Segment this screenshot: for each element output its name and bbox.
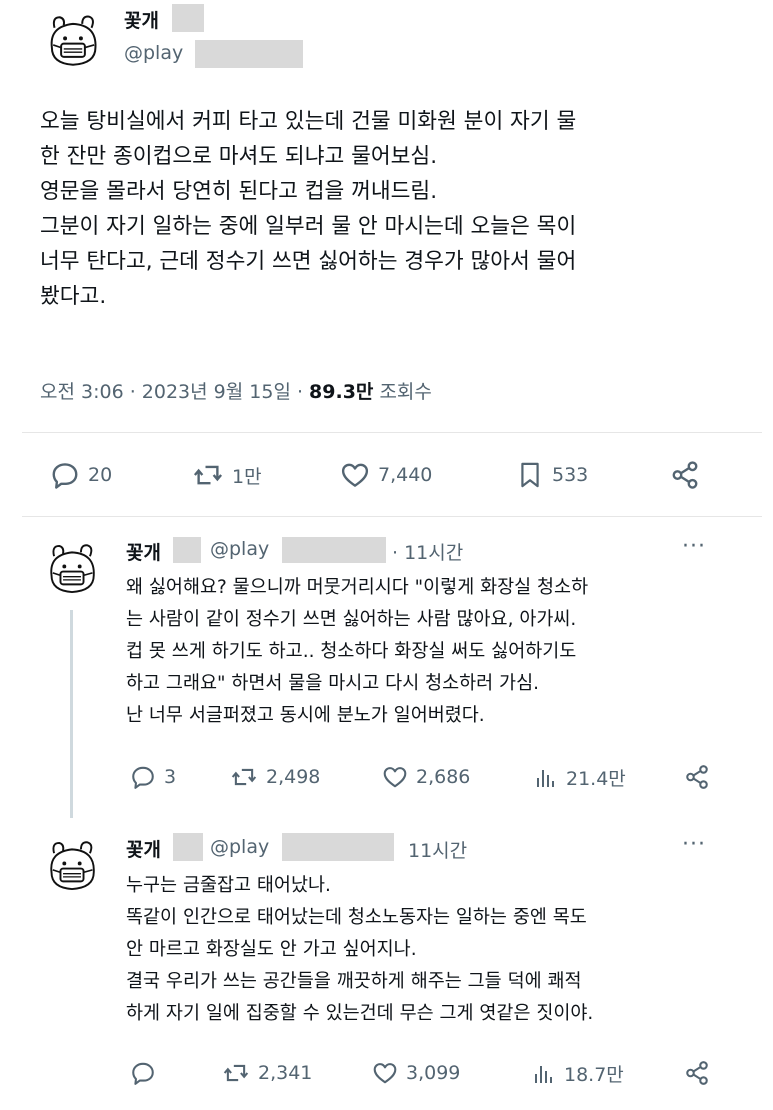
redacted-name-block xyxy=(172,4,204,32)
retweet-button[interactable]: 2,498 xyxy=(230,764,320,790)
author-name[interactable]: 꽃개 xyxy=(126,538,161,565)
reply-button[interactable] xyxy=(130,1060,164,1086)
tweet-text: 오늘 탕비실에서 커피 타고 있는데 건물 미화원 분이 자기 물 한 잔만 종… xyxy=(40,109,577,309)
redacted-name-block xyxy=(173,833,203,861)
like-button[interactable]: 7,440 xyxy=(340,460,432,490)
views-button[interactable]: 21.4만 xyxy=(534,764,626,791)
retweet-button[interactable]: 2,341 xyxy=(222,1060,312,1086)
share-icon xyxy=(684,1060,710,1086)
author-name[interactable]: 꽃개 xyxy=(126,835,161,862)
reply-icon xyxy=(130,1060,156,1086)
views-chart-icon xyxy=(532,1061,556,1087)
reply-count: 20 xyxy=(88,464,113,486)
post-time[interactable]: · 11시간 xyxy=(392,538,463,565)
reply-icon xyxy=(130,764,156,790)
avatar[interactable] xyxy=(40,8,106,74)
redacted-handle-block xyxy=(195,40,303,68)
views-label: 조회수 xyxy=(373,381,432,403)
retweet-count: 2,498 xyxy=(266,766,321,788)
timestamp[interactable]: 오전 3:06 · 2023년 9월 15일 · xyxy=(40,381,309,403)
reply-button[interactable]: 20 xyxy=(50,460,112,490)
retweet-icon xyxy=(230,764,258,790)
author-name[interactable]: 꽃개 xyxy=(124,6,159,33)
more-dots-icon[interactable]: ··· xyxy=(682,832,706,857)
reply-button[interactable]: 3 xyxy=(130,764,176,790)
retweet-count: 1만 xyxy=(232,465,262,488)
retweet-icon xyxy=(192,460,224,490)
like-count: 2,686 xyxy=(416,766,471,788)
views-count: 18.7만 xyxy=(564,1064,624,1086)
share-icon xyxy=(670,460,700,490)
like-count: 7,440 xyxy=(378,464,433,486)
like-button[interactable]: 3,099 xyxy=(372,1060,460,1086)
avatar[interactable] xyxy=(40,834,104,898)
share-icon xyxy=(684,764,710,790)
reply-text: 왜 싫어해요? 물으니까 머뭇거리시다 "이렇게 화장실 청소하 는 사람이 같… xyxy=(126,577,589,726)
views-chart-icon xyxy=(534,765,558,791)
views-count: 21.4만 xyxy=(566,768,626,790)
divider xyxy=(22,432,762,433)
redacted-handle-block xyxy=(282,537,386,563)
views-count[interactable]: 89.3만 xyxy=(309,381,373,403)
retweet-button[interactable]: 1만 xyxy=(192,460,262,490)
author-handle[interactable]: @play xyxy=(210,836,269,858)
bookmark-icon xyxy=(516,460,544,490)
redacted-handle-block xyxy=(282,833,394,861)
share-button[interactable] xyxy=(684,764,710,790)
bookmark-button[interactable]: 533 xyxy=(516,460,588,490)
post-time[interactable]: 11시간 xyxy=(408,836,467,863)
retweet-icon xyxy=(222,1060,250,1086)
heart-icon xyxy=(372,1060,398,1086)
share-button[interactable] xyxy=(684,1060,710,1086)
retweet-count: 2,341 xyxy=(258,1062,313,1084)
reply-count: 3 xyxy=(164,766,177,788)
heart-icon xyxy=(382,764,408,790)
avatar[interactable] xyxy=(40,537,104,601)
tweet-meta: 오전 3:06 · 2023년 9월 15일 · 89.3만 조회수 xyxy=(40,377,432,404)
redacted-name-block xyxy=(173,537,201,563)
reply-icon xyxy=(50,460,80,490)
author-handle[interactable]: @play xyxy=(124,42,183,64)
reply-text: 누구는 금줄잡고 태어났나. 똑같이 인간으로 태어났는데 청소노동자는 일하는… xyxy=(126,875,594,1024)
views-button[interactable]: 18.7만 xyxy=(532,1060,624,1087)
share-button[interactable] xyxy=(670,460,700,490)
heart-icon xyxy=(340,460,370,490)
thread-line xyxy=(70,610,73,818)
divider xyxy=(22,516,762,517)
like-count: 3,099 xyxy=(406,1062,461,1084)
author-handle[interactable]: @play xyxy=(210,538,269,560)
more-dots-icon[interactable]: ··· xyxy=(682,534,706,559)
like-button[interactable]: 2,686 xyxy=(382,764,470,790)
bookmark-count: 533 xyxy=(552,464,589,486)
